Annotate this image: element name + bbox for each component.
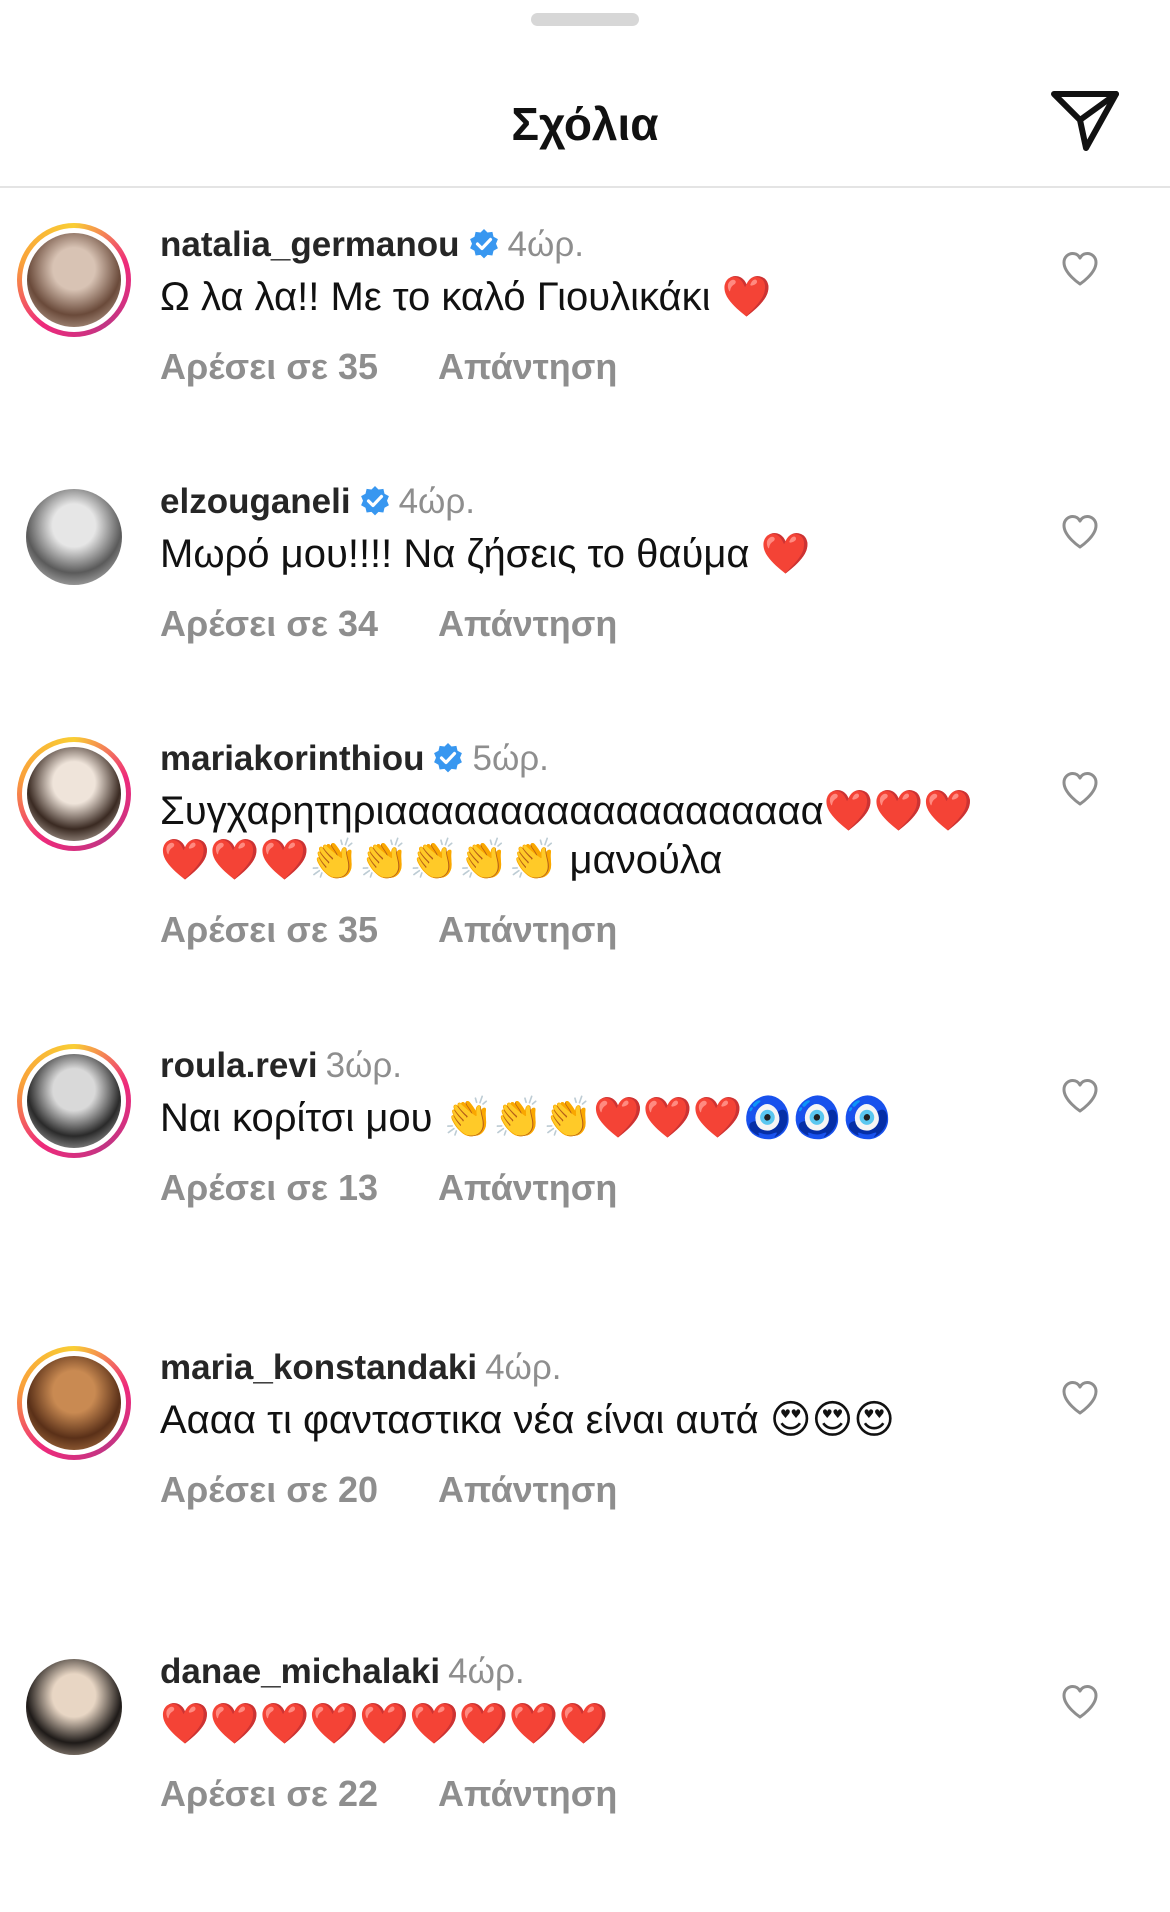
heart-outline-icon[interactable] [1060,249,1100,289]
avatar[interactable] [27,1054,121,1148]
avatar-ring[interactable] [17,1044,131,1158]
avatar-ring[interactable] [17,223,131,337]
avatar-ring[interactable] [17,1346,131,1460]
comment-body: mariakorinthiou 5ώρ. Συγχαρητηριαααααααα… [160,737,990,951]
timestamp: 4ώρ. [448,1652,525,1691]
heart-outline-icon[interactable] [1060,1378,1100,1418]
comment-text: Ναι κορίτσι μου 👏👏👏❤️❤️❤️🧿🧿🧿 [160,1096,892,1140]
comment-actions: Αρέσει σε 35 Απάντηση [160,346,990,388]
comment-body: roula.revi 3ώρ. Ναι κορίτσι μου 👏👏👏❤️❤️❤️… [160,1044,990,1209]
likes-count[interactable]: Αρέσει σε 20 [160,1469,378,1510]
heart-outline-icon[interactable] [1060,1076,1100,1116]
verified-badge-icon [360,486,389,516]
avatar[interactable] [27,233,121,327]
comment-text: Συγχαρητηριααααααααααααααααααα❤️❤️❤️❤️❤️… [160,789,974,882]
comment-body: maria_konstandaki 4ώρ. Αααα τι φανταστικα… [160,1346,990,1511]
avatar-ring[interactable] [17,737,131,851]
comment-text: Αααα τι φανταστικα νέα είναι αυτά 😍😍😍 [160,1398,895,1442]
comment-actions: Αρέσει σε 22 Απάντηση [160,1773,990,1815]
timestamp: 5ώρ. [472,739,549,778]
comment-meta: elzouganeli 4ώρ. [160,480,990,524]
username[interactable]: elzouganeli [160,482,351,521]
timestamp: 4ώρ. [507,225,584,264]
timestamp: 4ώρ. [398,482,476,521]
timestamp: 3ώρ. [325,1046,403,1085]
sheet-drag-handle[interactable] [531,13,639,26]
comment-text: ❤️❤️❤️❤️❤️❤️❤️❤️❤️ [160,1702,609,1746]
comment-meta: danae_michalaki 4ώρ. [160,1650,990,1694]
comment-text: Μωρό μου!!!! Να ζήσεις το θαύμα ❤️ [160,532,811,576]
likes-count[interactable]: Αρέσει σε 22 [160,1773,378,1814]
reply-button[interactable]: Απάντηση [438,346,617,387]
avatar-ring[interactable] [17,1650,131,1764]
paper-plane-icon[interactable] [1050,88,1120,152]
avatar[interactable] [27,1356,121,1450]
reply-button[interactable]: Απάντηση [438,1167,617,1208]
username[interactable]: natalia_germanou [160,225,460,264]
comments-header: Σχόλια [0,0,1170,188]
comment-text: Ω λα λα!! Με το καλό Γιουλικάκι ❤️ [160,275,772,319]
page-title: Σχόλια [511,98,659,150]
heart-outline-icon[interactable] [1060,1682,1100,1722]
avatar[interactable] [26,1659,122,1755]
heart-outline-icon[interactable] [1060,769,1100,809]
username[interactable]: roula.revi [160,1046,318,1085]
username[interactable]: maria_konstandaki [160,1348,477,1387]
likes-count[interactable]: Αρέσει σε 13 [160,1167,378,1208]
avatar[interactable] [27,747,121,841]
comment-meta: roula.revi 3ώρ. [160,1044,990,1088]
avatar-ring[interactable] [17,480,131,594]
comment-actions: Αρέσει σε 34 Απάντηση [160,603,990,645]
avatar[interactable] [26,489,122,585]
username[interactable]: danae_michalaki [160,1652,440,1691]
verified-badge-icon [469,229,498,259]
username[interactable]: mariakorinthiou [160,739,424,778]
timestamp: 4ώρ. [485,1348,562,1387]
comment-actions: Αρέσει σε 35 Απάντηση [160,909,990,951]
comments-sheet: Σχόλια natalia_germanou 4ώρ. Ω λα λα!! Μ… [0,0,1170,1912]
reply-button[interactable]: Απάντηση [438,909,617,950]
comment-meta: maria_konstandaki 4ώρ. [160,1346,990,1390]
reply-button[interactable]: Απάντηση [438,603,617,644]
comment-body: danae_michalaki 4ώρ. ❤️❤️❤️❤️❤️❤️❤️❤️❤️ Α… [160,1650,990,1815]
comment-body: natalia_germanou 4ώρ. Ω λα λα!! Με το κα… [160,223,990,388]
likes-count[interactable]: Αρέσει σε 35 [160,909,378,950]
heart-outline-icon[interactable] [1060,512,1100,552]
reply-button[interactable]: Απάντηση [438,1773,617,1814]
reply-button[interactable]: Απάντηση [438,1469,617,1510]
comment-actions: Αρέσει σε 20 Απάντηση [160,1469,990,1511]
verified-badge-icon [434,743,463,773]
comment-meta: natalia_germanou 4ώρ. [160,223,990,267]
comment-meta: mariakorinthiou 5ώρ. [160,737,990,781]
comment-body: elzouganeli 4ώρ. Μωρό μου!!!! Να ζήσεις … [160,480,990,645]
likes-count[interactable]: Αρέσει σε 35 [160,346,378,387]
likes-count[interactable]: Αρέσει σε 34 [160,603,378,644]
comment-actions: Αρέσει σε 13 Απάντηση [160,1167,990,1209]
